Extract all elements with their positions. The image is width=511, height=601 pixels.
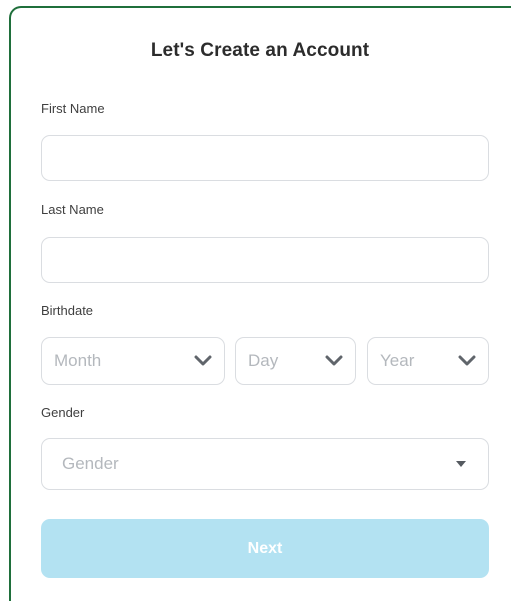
birth-day-select[interactable]: Day — [235, 337, 356, 385]
chevron-down-icon — [458, 355, 476, 366]
gender-select[interactable]: Gender — [41, 438, 489, 490]
birth-year-select[interactable]: Year — [367, 337, 489, 385]
birthdate-label: Birthdate — [41, 303, 94, 318]
last-name-input[interactable] — [41, 237, 489, 283]
gender-label: Gender — [41, 405, 85, 420]
caret-down-icon — [456, 461, 466, 467]
gender-placeholder: Gender — [62, 454, 119, 473]
chevron-down-icon — [194, 355, 212, 366]
first-name-label: First Name — [41, 101, 105, 116]
next-button[interactable]: Next — [41, 519, 489, 578]
page: Let's Create an Account First Name Last … — [0, 0, 511, 601]
last-name-label: Last Name — [41, 202, 104, 217]
chevron-down-icon — [325, 355, 343, 366]
birth-year-placeholder: Year — [380, 351, 415, 370]
birth-day-placeholder: Day — [248, 351, 279, 370]
form-title: Let's Create an Account — [150, 40, 370, 61]
birth-month-placeholder: Month — [54, 351, 102, 370]
birth-month-select[interactable]: Month — [41, 337, 225, 385]
first-name-input[interactable] — [41, 135, 489, 181]
